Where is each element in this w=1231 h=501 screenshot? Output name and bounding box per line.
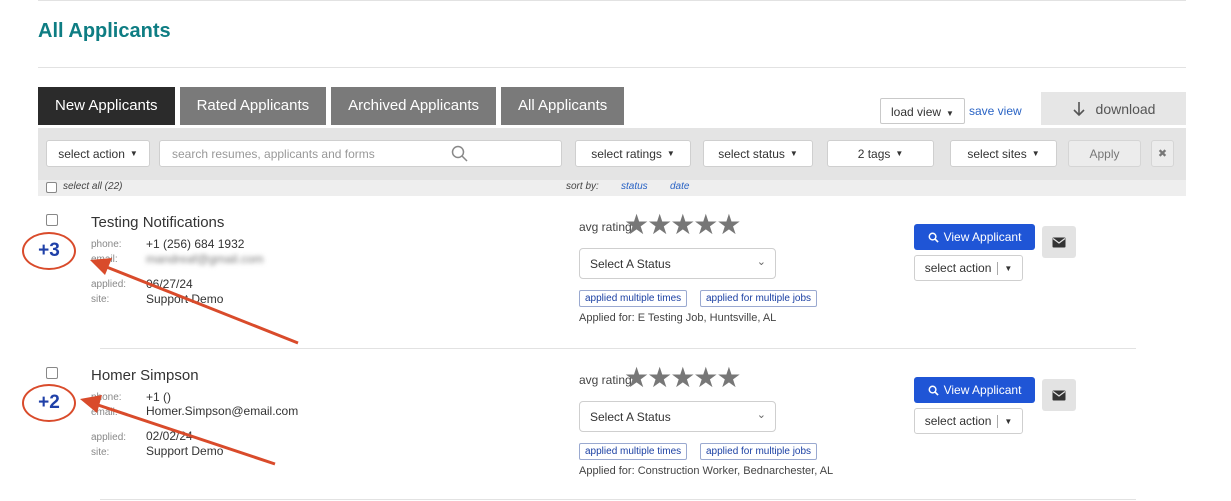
applied-for-text: Applied for: Construction Worker, Bednar… xyxy=(579,465,834,477)
sort-date-link[interactable]: date xyxy=(670,181,689,192)
phone-label: phone: xyxy=(91,392,122,403)
caret-down-icon: ▼ xyxy=(129,149,138,158)
applicant-name[interactable]: Testing Notifications xyxy=(91,214,224,231)
applied-label: applied: xyxy=(91,279,127,290)
view-applicant-label: View Applicant xyxy=(943,230,1022,244)
phone-label: phone: xyxy=(91,239,122,250)
status-select[interactable]: Select A Status ⌄ xyxy=(579,248,776,279)
save-view-link[interactable]: save view xyxy=(969,104,1022,118)
email-value: mandreaf@gmail.com xyxy=(146,252,264,266)
applicant-row: Homer Simpson phone: +1 () email: Homer.… xyxy=(0,364,1231,499)
select-all-label: select all (22) xyxy=(63,181,123,192)
select-action-label: select action xyxy=(58,146,125,161)
phone-value: +1 (256) 684 1932 xyxy=(146,237,245,251)
download-arrow-icon xyxy=(1072,101,1085,116)
applications-count-badge: +3 xyxy=(22,232,76,270)
email-applicant-button[interactable] xyxy=(1042,226,1076,258)
tag-applied-multiple-times[interactable]: applied multiple times xyxy=(579,443,688,460)
select-all-checkbox[interactable] xyxy=(46,182,57,193)
status-select-value: Select A Status xyxy=(590,410,671,424)
view-applicant-button[interactable]: View Applicant xyxy=(914,377,1035,403)
chevron-down-icon: ⌄ xyxy=(756,256,766,268)
clear-filters-button[interactable]: ✖ xyxy=(1151,140,1174,167)
email-value: Homer.Simpson@email.com xyxy=(146,404,299,418)
apply-button[interactable]: Apply xyxy=(1068,140,1141,167)
email-label: email: xyxy=(91,254,118,265)
rating-stars[interactable]: ★★★★★ xyxy=(624,211,742,239)
select-status-label: select status xyxy=(718,146,785,161)
row-select-action-dropdown[interactable]: select action ▼ xyxy=(914,408,1023,434)
caret-down-icon: ▼ xyxy=(895,149,904,158)
title-divider xyxy=(38,67,1186,68)
list-subbar: select all (22) sort by: status date xyxy=(38,180,1186,196)
applicant-checkbox[interactable] xyxy=(46,214,58,226)
site-label: site: xyxy=(91,294,110,305)
tab-new-applicants[interactable]: New Applicants xyxy=(38,87,175,125)
envelope-icon xyxy=(1052,237,1066,247)
applied-date: 06/27/24 xyxy=(146,277,193,291)
applicant-checkbox[interactable] xyxy=(46,367,58,379)
applied-for-text: Applied for: E Testing Job, Huntsville, … xyxy=(579,312,777,324)
top-divider xyxy=(38,0,1186,1)
status-select-value: Select A Status xyxy=(590,257,671,271)
select-sites-label: select sites xyxy=(967,146,1027,161)
caret-down-icon: ▼ xyxy=(946,109,954,118)
search-icon[interactable] xyxy=(451,145,469,163)
view-applicant-button[interactable]: View Applicant xyxy=(914,224,1035,250)
applicant-tabs: New Applicants Rated Applicants Archived… xyxy=(38,87,629,125)
divider xyxy=(997,261,999,275)
select-status-dropdown[interactable]: select status ▼ xyxy=(703,140,813,167)
magnifier-icon xyxy=(928,232,939,243)
row-action-label: select action xyxy=(924,261,992,275)
tag-applied-multiple-times[interactable]: applied multiple times xyxy=(579,290,688,307)
search-box xyxy=(159,140,562,167)
select-ratings-label: select ratings xyxy=(591,146,662,161)
applicant-row: Testing Notifications phone: +1 (256) 68… xyxy=(0,211,1231,348)
row-action-label: select action xyxy=(924,414,992,428)
envelope-icon xyxy=(1052,390,1066,400)
email-applicant-button[interactable] xyxy=(1042,379,1076,411)
page-title: All Applicants xyxy=(38,20,171,42)
caret-down-icon: ▼ xyxy=(1004,263,1013,273)
caret-down-icon: ▼ xyxy=(666,149,675,158)
row-select-action-dropdown[interactable]: select action ▼ xyxy=(914,255,1023,281)
sort-by-label: sort by: xyxy=(566,181,599,192)
filter-toolbar: select action ▼ select ratings ▼ select st… xyxy=(38,128,1186,180)
tag-applied-multiple-jobs[interactable]: applied for multiple jobs xyxy=(700,443,818,460)
view-applicant-label: View Applicant xyxy=(943,383,1022,397)
caret-down-icon: ▼ xyxy=(789,149,798,158)
select-action-dropdown[interactable]: select action ▼ xyxy=(46,140,150,167)
site-label: site: xyxy=(91,447,110,458)
row-divider xyxy=(100,499,1136,500)
applied-label: applied: xyxy=(91,432,127,443)
magnifier-icon xyxy=(928,385,939,396)
select-sites-dropdown[interactable]: select sites ▼ xyxy=(950,140,1057,167)
tag-applied-multiple-jobs[interactable]: applied for multiple jobs xyxy=(700,290,818,307)
caret-down-icon: ▼ xyxy=(1004,416,1013,426)
load-view-button[interactable]: load view ▼ xyxy=(880,98,965,124)
sort-status-link[interactable]: status xyxy=(621,181,648,192)
rating-stars[interactable]: ★★★★★ xyxy=(624,364,742,392)
chevron-down-icon: ⌄ xyxy=(756,409,766,421)
applicant-name[interactable]: Homer Simpson xyxy=(91,367,199,384)
phone-value: +1 () xyxy=(146,390,172,404)
download-button[interactable]: download xyxy=(1041,92,1186,125)
site-value: Support Demo xyxy=(146,292,224,306)
site-value: Support Demo xyxy=(146,444,224,458)
download-label: download xyxy=(1095,100,1156,117)
load-view-label: load view xyxy=(891,105,942,119)
caret-down-icon: ▼ xyxy=(1031,149,1040,158)
tags-label: 2 tags xyxy=(857,146,891,161)
tab-archived-applicants[interactable]: Archived Applicants xyxy=(331,87,497,125)
applications-count-badge: +2 xyxy=(22,384,76,422)
status-select[interactable]: Select A Status ⌄ xyxy=(579,401,776,432)
applied-date: 02/02/24 xyxy=(146,429,193,443)
divider xyxy=(997,414,999,428)
row-divider xyxy=(100,348,1136,349)
tags-dropdown[interactable]: 2 tags ▼ xyxy=(827,140,934,167)
email-label: email: xyxy=(91,407,118,418)
select-ratings-dropdown[interactable]: select ratings ▼ xyxy=(575,140,691,167)
tab-all-applicants[interactable]: All Applicants xyxy=(501,87,625,125)
tab-rated-applicants[interactable]: Rated Applicants xyxy=(179,87,327,125)
